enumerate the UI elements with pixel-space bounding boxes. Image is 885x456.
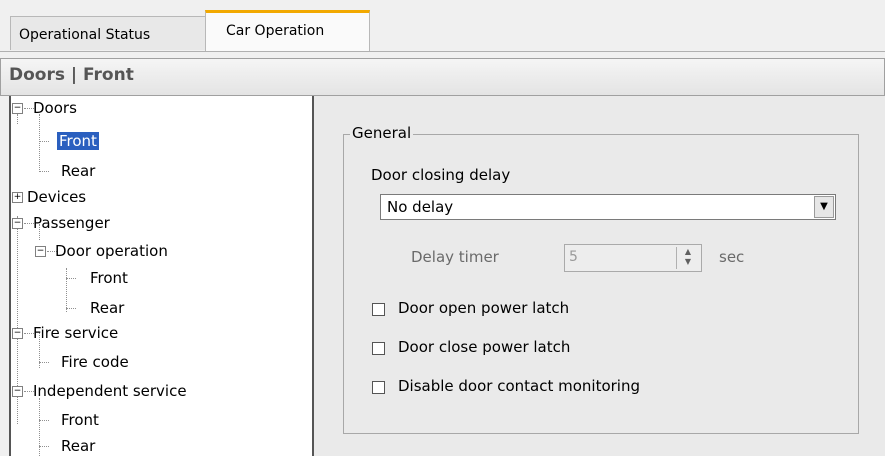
tree-connector [66, 278, 76, 279]
collapse-icon[interactable]: − [12, 386, 23, 397]
disable-door-contact-monitoring-checkbox[interactable] [372, 381, 385, 394]
tree-item-fire-service[interactable]: Fire service [33, 322, 118, 344]
tree-item-independent-front[interactable]: Front [61, 409, 99, 431]
door-closing-delay-label: Door closing delay [371, 166, 511, 184]
tree-item-doors-front[interactable]: Front [57, 130, 99, 152]
tree-item-doors[interactable]: Doors [33, 97, 77, 119]
delay-timer-label: Delay timer [411, 248, 499, 266]
tree-connector [39, 446, 49, 447]
tree-connector [39, 420, 49, 421]
chevron-down-icon[interactable]: ▼ [814, 196, 834, 218]
tab-strip: Operational Status Car Operation [0, 0, 885, 52]
tree-item-label: Front [57, 132, 99, 150]
section-title: Doors | Front [9, 65, 134, 85]
door-close-power-latch-checkbox[interactable] [372, 342, 385, 355]
collapse-icon[interactable]: − [12, 328, 23, 339]
door-closing-delay-select[interactable]: No delay ▼ [380, 194, 836, 220]
tree-item-door-operation-front[interactable]: Front [90, 267, 128, 289]
tree-connector [17, 114, 18, 124]
tab-divider [0, 51, 885, 52]
tree-connector [39, 171, 49, 172]
tab-car-operation[interactable]: Car Operation [205, 10, 370, 52]
tree-item-doors-rear[interactable]: Rear [61, 160, 95, 182]
tree-connector [39, 141, 49, 142]
tree-connector [39, 398, 40, 456]
tree-connector [66, 308, 76, 309]
disable-door-contact-monitoring-label: Disable door contact monitoring [398, 377, 641, 395]
tree-item-door-operation[interactable]: Door operation [55, 240, 168, 262]
tree-item-passenger[interactable]: Passenger [33, 212, 110, 234]
tree-item-fire-code[interactable]: Fire code [61, 351, 129, 373]
tree-item-door-operation-rear[interactable]: Rear [90, 297, 124, 319]
delay-timer-stepper[interactable]: 5 ▲ ▼ [564, 244, 702, 272]
door-open-power-latch-label: Door open power latch [398, 299, 570, 317]
section-header: Doors | Front [0, 58, 885, 96]
tree-item-independent-rear[interactable]: Rear [61, 435, 95, 456]
tree-connector [66, 268, 67, 312]
door-open-power-latch-checkbox[interactable] [372, 303, 385, 316]
settings-panel: General Door closing delay No delay ▼ De… [314, 96, 885, 456]
tree-item-devices[interactable]: Devices [27, 186, 86, 208]
tree-connector [39, 114, 40, 170]
tab-operational-status[interactable]: Operational Status [10, 16, 206, 50]
collapse-icon[interactable]: − [12, 218, 23, 229]
collapse-icon[interactable]: − [12, 103, 23, 114]
door-close-power-latch-label: Door close power latch [398, 338, 571, 356]
groupbox-title: General [350, 124, 414, 142]
delay-timer-unit: sec [719, 248, 745, 266]
tree-connector [39, 362, 49, 363]
tree-item-independent-service[interactable]: Independent service [33, 380, 187, 402]
expand-icon[interactable]: + [12, 192, 23, 203]
collapse-icon[interactable]: − [35, 246, 46, 257]
select-value: No delay [387, 198, 454, 216]
stepper-value: 5 [569, 249, 578, 265]
navigation-tree[interactable]: − Doors Front Rear + Devices − Passenger… [9, 96, 314, 456]
spinner-arrows-icon[interactable]: ▲ ▼ [676, 247, 699, 269]
